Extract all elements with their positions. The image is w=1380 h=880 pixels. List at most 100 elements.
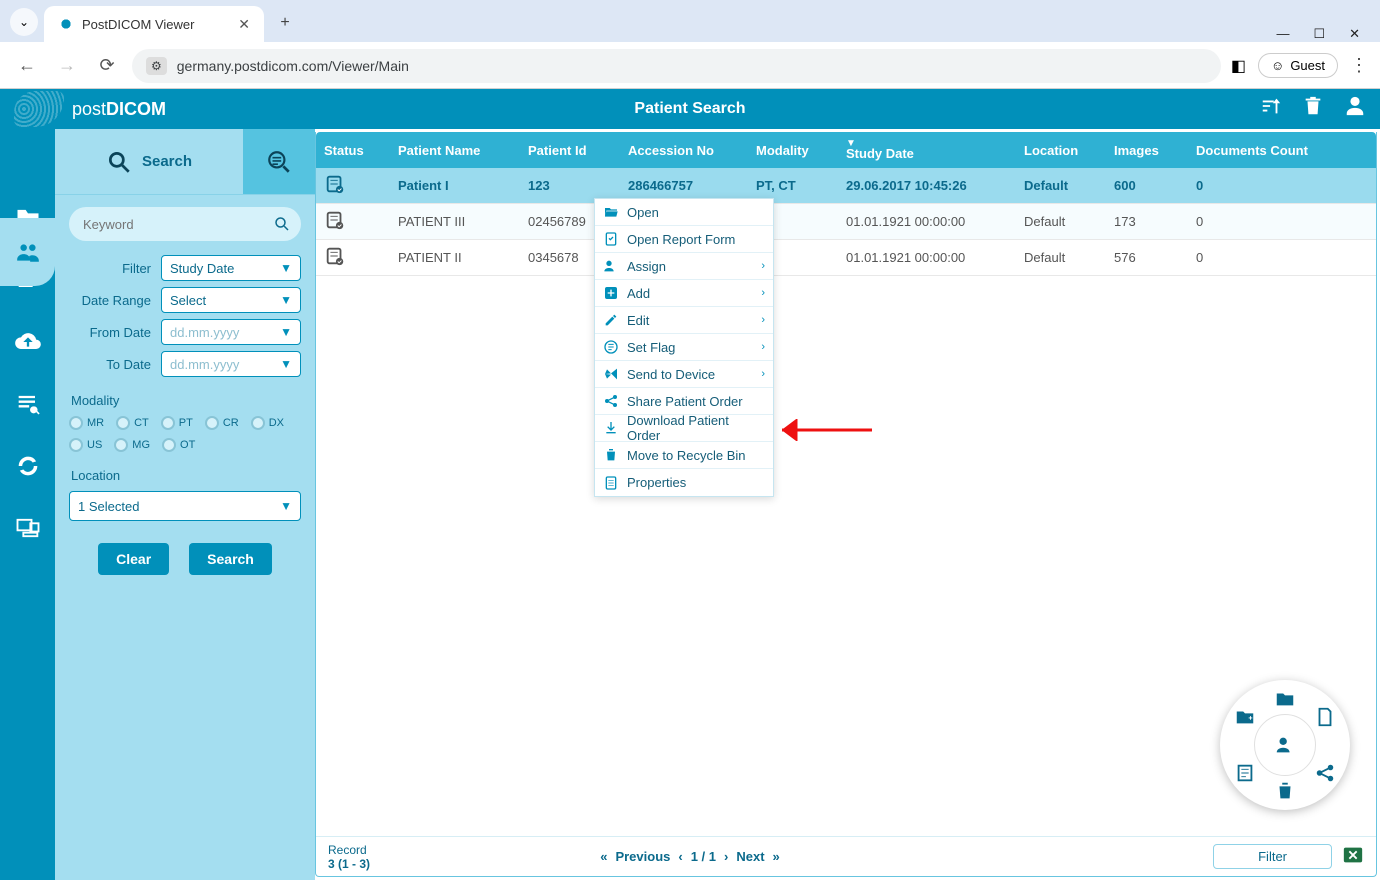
- location-select[interactable]: 1 Selected▼: [69, 491, 301, 521]
- tab-title: PostDICOM Viewer: [82, 17, 230, 32]
- col-name[interactable]: Patient Name: [390, 143, 520, 158]
- trash-icon[interactable]: [1274, 780, 1296, 802]
- folder-add-icon[interactable]: [1234, 706, 1256, 728]
- fromdate-input[interactable]: dd.mm.yyyy▼: [161, 319, 301, 345]
- filter-select[interactable]: Study Date▼: [161, 255, 301, 281]
- sort-icon[interactable]: [1260, 95, 1282, 123]
- table-row[interactable]: PATIENT III02456789R01.01.1921 00:00:00D…: [316, 204, 1376, 240]
- ctx-add[interactable]: Add›: [595, 280, 773, 307]
- ctx-assign[interactable]: Assign›: [595, 253, 773, 280]
- search-icon[interactable]: [273, 215, 291, 233]
- next-page-button[interactable]: Next: [736, 849, 764, 864]
- col-loc[interactable]: Location: [1016, 143, 1106, 158]
- col-acc[interactable]: Accession No: [620, 143, 748, 158]
- url-field[interactable]: ⚙ germany.postdicom.com/Viewer/Main: [132, 49, 1221, 83]
- minimize-button[interactable]: —: [1276, 26, 1289, 42]
- col-mod[interactable]: Modality: [748, 143, 838, 158]
- modality-mr[interactable]: MR: [69, 416, 104, 430]
- excel-icon: [1342, 844, 1364, 866]
- search-tab-basic[interactable]: Search: [55, 129, 243, 194]
- radio-icon: [114, 438, 128, 452]
- user-profile-icon[interactable]: [1344, 95, 1366, 123]
- col-img[interactable]: Images: [1106, 143, 1188, 158]
- filter-button[interactable]: Filter: [1213, 844, 1332, 869]
- cell-date: 01.01.1921 00:00:00: [838, 214, 1016, 229]
- col-date[interactable]: ▼Study Date: [838, 140, 1016, 161]
- report-icon[interactable]: [1234, 762, 1256, 784]
- forward-button[interactable]: →: [52, 51, 82, 81]
- trash-icon: [603, 447, 619, 463]
- modality-us[interactable]: US: [69, 438, 102, 452]
- new-tab-button[interactable]: +: [270, 8, 300, 38]
- rail-upload[interactable]: [11, 325, 45, 359]
- browser-menu-button[interactable]: ⋮: [1350, 55, 1368, 76]
- browser-tab[interactable]: PostDICOM Viewer ✕: [44, 6, 264, 42]
- col-doc[interactable]: Documents Count: [1188, 143, 1318, 158]
- modality-cr[interactable]: CR: [205, 416, 239, 430]
- table-row[interactable]: Patient I123286466757PT, CT29.06.2017 10…: [316, 168, 1376, 204]
- address-bar: ← → ⟳ ⚙ germany.postdicom.com/Viewer/Mai…: [0, 42, 1380, 89]
- todate-value: dd.mm.yyyy: [170, 357, 239, 372]
- rail-tab-patients[interactable]: [0, 218, 55, 286]
- chevron-down-icon: ▼: [280, 357, 292, 371]
- last-page-button[interactable]: »: [773, 849, 780, 864]
- first-page-button[interactable]: «: [600, 849, 607, 864]
- radial-menu[interactable]: [1220, 680, 1350, 810]
- modality-pt[interactable]: PT: [161, 416, 193, 430]
- rail-screens[interactable]: [11, 511, 45, 545]
- back-button[interactable]: ←: [12, 51, 42, 81]
- folder-icon[interactable]: [1274, 688, 1296, 710]
- ctx-recycle[interactable]: Move to Recycle Bin: [595, 442, 773, 469]
- next-chevron-icon[interactable]: ›: [724, 849, 728, 864]
- modality-mg[interactable]: MG: [114, 438, 150, 452]
- col-date-label: Study Date: [846, 146, 914, 161]
- modality-ot[interactable]: OT: [162, 438, 195, 452]
- ctx-edit[interactable]: Edit›: [595, 307, 773, 334]
- cell-pid: 123: [520, 178, 620, 193]
- cell-name: PATIENT III: [390, 214, 520, 229]
- table-row[interactable]: PATIENT II0345678R01.01.1921 00:00:00Def…: [316, 240, 1376, 276]
- user-add-icon[interactable]: [1274, 734, 1296, 756]
- side-panel-icon[interactable]: ◧: [1231, 56, 1246, 76]
- prev-chevron-icon[interactable]: ‹: [678, 849, 682, 864]
- ctx-send-label: Send to Device: [627, 367, 715, 382]
- rail-sync[interactable]: [11, 449, 45, 483]
- close-window-button[interactable]: ✕: [1349, 26, 1360, 42]
- profile-button[interactable]: ☺ Guest: [1258, 53, 1338, 78]
- ctx-setflag[interactable]: Set Flag›: [595, 334, 773, 361]
- ctx-send[interactable]: Send to Device›: [595, 361, 773, 388]
- document-icon[interactable]: [1314, 706, 1336, 728]
- ctx-properties[interactable]: Properties: [595, 469, 773, 496]
- col-pid[interactable]: Patient Id: [520, 143, 620, 158]
- ctx-report-label: Open Report Form: [627, 232, 735, 247]
- recycle-bin-icon[interactable]: [1302, 95, 1324, 123]
- modality-ct[interactable]: CT: [116, 416, 149, 430]
- reload-button[interactable]: ⟳: [92, 51, 122, 81]
- site-settings-icon[interactable]: ⚙: [146, 57, 167, 75]
- ctx-download[interactable]: Download Patient Order: [595, 415, 773, 442]
- export-excel-button[interactable]: [1342, 844, 1364, 869]
- modality-label: US: [87, 439, 102, 451]
- ctx-open-report[interactable]: Open Report Form: [595, 226, 773, 253]
- close-tab-button[interactable]: ✕: [238, 16, 250, 33]
- clear-button[interactable]: Clear: [98, 543, 169, 575]
- logo-pre: post: [72, 99, 106, 119]
- cell-loc: Default: [1016, 250, 1106, 265]
- chevron-right-icon: ›: [761, 314, 765, 326]
- search-button[interactable]: Search: [189, 543, 272, 575]
- todate-input[interactable]: dd.mm.yyyy ▼: [161, 351, 301, 377]
- cell-img: 173: [1106, 214, 1188, 229]
- tabs-dropdown-button[interactable]: ⌄: [10, 8, 38, 36]
- modality-dx[interactable]: DX: [251, 416, 284, 430]
- ctx-share[interactable]: Share Patient Order: [595, 388, 773, 415]
- rail-worklist[interactable]: [11, 387, 45, 421]
- maximize-button[interactable]: ☐: [1313, 26, 1325, 42]
- brand-logo[interactable]: postDICOM: [72, 99, 166, 120]
- share-icon[interactable]: [1314, 762, 1336, 784]
- search-tab-advanced[interactable]: [243, 129, 315, 194]
- col-status[interactable]: Status: [316, 143, 390, 158]
- keyword-input[interactable]: [69, 207, 301, 241]
- daterange-select[interactable]: Select▼: [161, 287, 301, 313]
- ctx-open[interactable]: Open: [595, 199, 773, 226]
- prev-page-button[interactable]: Previous: [615, 849, 670, 864]
